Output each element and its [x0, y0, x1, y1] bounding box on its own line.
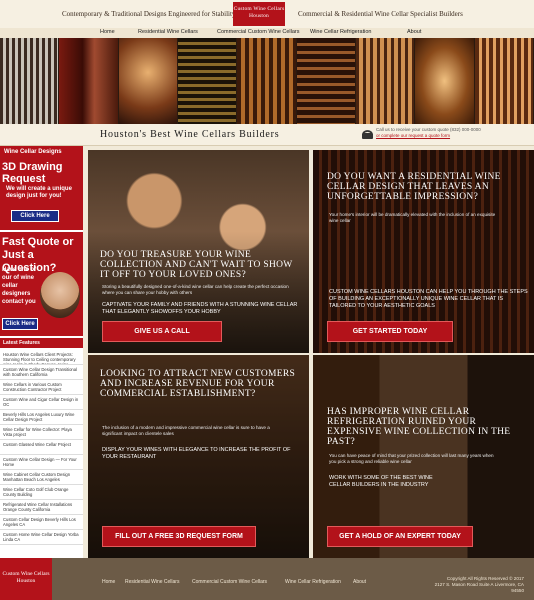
feature-item[interactable]: Wine Cellars in Various Custom Construct… — [0, 380, 83, 395]
feature-item[interactable]: Custom Wine Cellar Design — For Your Hom… — [0, 455, 83, 470]
nav-residential[interactable]: Residential Wine Cellars — [138, 29, 198, 35]
get-started-today-button[interactable]: Get started today — [327, 321, 453, 342]
panel-heading: Do you treasure your wine collection and… — [100, 250, 293, 280]
footer-nav-about[interactable]: About — [353, 579, 366, 585]
design-request-panel: Wine Cellar Designs 3D Drawing Request W… — [0, 146, 83, 230]
request-quote-link[interactable]: or complete our request a quote form — [376, 133, 450, 138]
hero-photo — [474, 38, 534, 124]
panel-subtext: Work with some of the best wine cellar b… — [329, 475, 433, 488]
support-agent-avatar — [40, 272, 80, 318]
panel-text: Your home's interior will be dramaticall… — [329, 212, 496, 223]
quote-panel-desc: Have one of our of wine cellar designers… — [2, 267, 37, 305]
hero-photo — [118, 38, 178, 124]
feature-item[interactable]: Wine Cellar Coto Golf Club Orange County… — [0, 485, 83, 500]
quote-click-here-button[interactable]: Click Here — [2, 318, 38, 330]
header: Contemporary & Traditional Designs Engin… — [0, 0, 534, 28]
promo-panel-residential: Do you want a residential wine cellar de… — [313, 150, 534, 353]
hero-photo — [0, 38, 60, 124]
panel-heading: Has improper wine cellar refrigeration r… — [327, 407, 511, 447]
feature-item[interactable]: Wine Cellar for Wine Collector: Playa Vi… — [0, 425, 83, 440]
feature-item[interactable]: Custom Home Wine Cellar Design Yorba Lin… — [0, 530, 83, 545]
promo-panel-commercial: Looking to attract new customers and inc… — [88, 355, 309, 558]
footer-nav-residential[interactable]: Residential Wine Cellars — [125, 579, 179, 585]
title-bar: Houston's Best Wine Cellars Builders Cal… — [0, 124, 534, 146]
nav-refrigeration[interactable]: Wine Cellar Refrigeration — [310, 29, 371, 35]
footer-nav-commercial[interactable]: Commercial Custom Wine Cellars — [192, 579, 267, 585]
design-panel-heading: 3D Drawing Request — [2, 161, 63, 185]
tagline-right: Commercial & Residential Wine Cellar Spe… — [298, 10, 463, 18]
phone-info: Call us to receive your custom quote (83… — [376, 127, 486, 139]
footer-nav-refrigeration[interactable]: Wine Cellar Refrigeration — [285, 579, 341, 585]
tagline-left: Contemporary & Traditional Designs Engin… — [62, 10, 236, 18]
hero-photo — [59, 38, 119, 124]
panel-heading: Looking to attract new customers and inc… — [100, 369, 296, 399]
hero-photo — [415, 38, 475, 124]
panel-subtext: Custom Wine Cellars Houston can help you… — [329, 289, 528, 309]
nav-commercial[interactable]: Commercial Custom Wine Cellars — [217, 29, 300, 35]
footer: Custom Wine Cellars Houston Home Residen… — [0, 558, 534, 600]
feature-item[interactable]: Beverly Hills Los Angeles Luxury Wine Ce… — [0, 410, 83, 425]
nav-home[interactable]: Home — [100, 29, 115, 35]
feature-item[interactable]: Custom Cellar Design Beverly Hills Los A… — [0, 515, 83, 530]
fast-quote-panel: Fast Quote or Just a Question? Have one … — [0, 232, 83, 336]
page-title: Houston's Best Wine Cellars Builders — [100, 129, 280, 140]
get-expert-button[interactable]: Get a hold of an expert today — [327, 526, 473, 547]
address-text: 2127 S. Mason Road Suite A Livermore, CA… — [434, 582, 524, 593]
promo-panel-refrigeration: Has improper wine cellar refrigeration r… — [313, 355, 534, 558]
feature-item[interactable]: Custom Wine and Cigar Cellar Design in O… — [0, 395, 83, 410]
hero-photo — [177, 38, 238, 124]
panel-text: Storing a beautifully designed one-of-a-… — [102, 284, 289, 295]
site-logo[interactable]: Custom Wine Cellars Houston — [233, 2, 285, 26]
design-panel-title: Wine Cellar Designs — [4, 149, 62, 155]
quote-heading-line-1: Fast Quote or — [2, 236, 74, 248]
feature-item[interactable]: Custom Wine Cellar Design Transitional w… — [0, 365, 83, 380]
panel-heading: Do you want a residential wine cellar de… — [327, 172, 501, 202]
feature-item[interactable]: Houston Wine Cellars Client Projects: St… — [0, 350, 83, 365]
footer-copyright: Copyright All Rights Reserved © 2017 212… — [424, 576, 524, 594]
panel-text: The inclusion of a modern and impressive… — [102, 425, 270, 436]
hero-photo — [237, 38, 297, 124]
phone-icon — [362, 130, 373, 139]
features-title: Latest Features — [0, 338, 83, 348]
hero-photo — [296, 38, 356, 124]
give-us-a-call-button[interactable]: Give us a call — [102, 321, 222, 342]
feature-item[interactable]: Custom Glassed Wine Cellar Project — [0, 440, 83, 455]
feature-item[interactable]: Refrigerated Wine Cellar Installations O… — [0, 500, 83, 515]
design-click-here-button[interactable]: Click Here — [11, 210, 59, 222]
panel-text: You can have peace of mind that your pri… — [329, 453, 494, 464]
footer-logo[interactable]: Custom Wine Cellars Houston — [0, 558, 52, 600]
design-panel-desc: We will create a unique design just for … — [6, 186, 72, 199]
nav-about[interactable]: About — [407, 29, 421, 35]
footer-nav-home[interactable]: Home — [102, 579, 115, 585]
panel-subtext: Display your wines with elegance to incr… — [102, 447, 291, 460]
free-3d-request-button[interactable]: Fill out a free 3D request form — [102, 526, 256, 547]
sidebar: Wine Cellar Designs 3D Drawing Request W… — [0, 146, 83, 558]
feature-item[interactable]: Wine Cabinet Cellar Custom Design Manhat… — [0, 470, 83, 485]
features-list: Houston Wine Cellars Client Projects: St… — [0, 350, 83, 545]
panel-subtext: Captivate your family and friends with a… — [102, 302, 298, 315]
hero-photo — [355, 38, 416, 124]
hero-photo-strip — [0, 38, 534, 124]
promo-panel-treasure: Do you treasure your wine collection and… — [88, 150, 309, 353]
main-nav: Home Residential Wine Cellars Commercial… — [0, 28, 534, 38]
